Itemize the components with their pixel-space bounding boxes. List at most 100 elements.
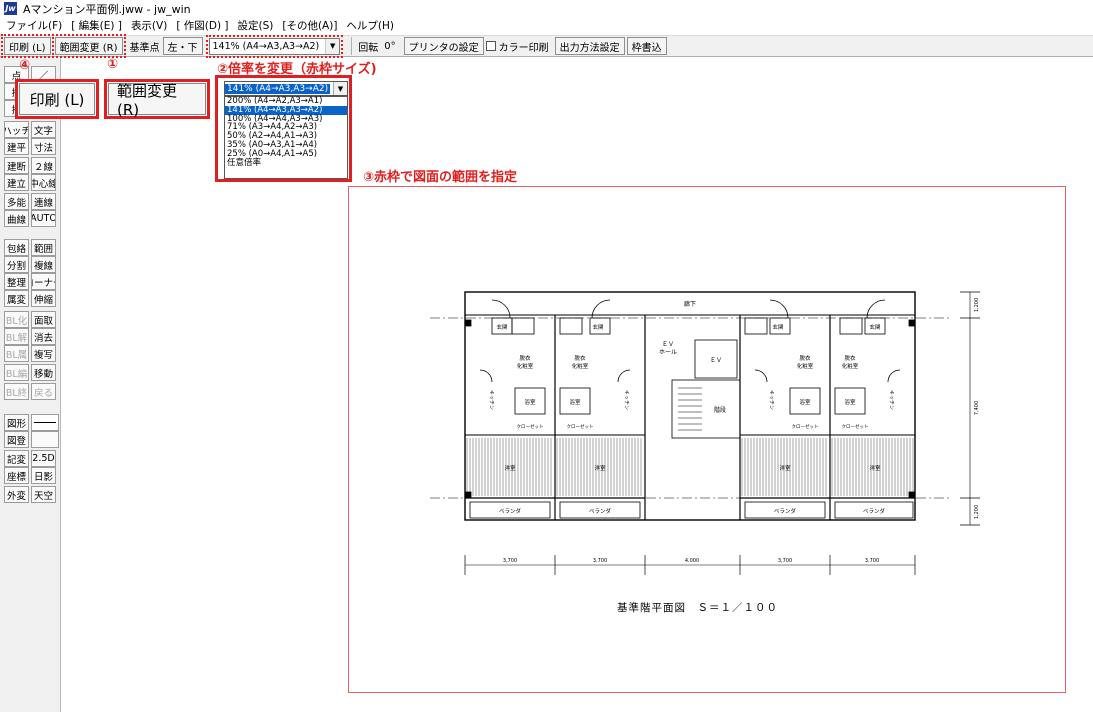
room-label: 洋室 — [504, 464, 516, 472]
washroom-label: 化粧室 — [842, 362, 859, 370]
toolbar-divider — [351, 37, 353, 55]
tool-col2-6[interactable]: 中心線 — [31, 174, 56, 191]
dimension-bottom: 3,700 — [865, 558, 879, 564]
tool-col2-20[interactable]: 2.5D — [31, 450, 56, 467]
tool-col2-13[interactable]: 面取 — [31, 311, 56, 328]
tool-col1-21[interactable]: 座標 — [4, 467, 29, 484]
tool-col1-11[interactable]: 整理 — [4, 273, 29, 290]
tool-col1-7[interactable]: 多能 — [4, 193, 29, 210]
tool-col2-3[interactable]: 文字 — [31, 121, 56, 138]
washroom-label: 脱衣 — [574, 354, 586, 362]
tool-col1-3[interactable]: ハッチ — [4, 121, 29, 138]
ev-hall-label: ＥＶ — [662, 341, 674, 348]
kitchen-label: キッチン — [888, 390, 894, 410]
color-print-label: カラー印刷 — [498, 42, 549, 54]
dimension-bottom: 3,700 — [503, 558, 517, 564]
line-style-swatch[interactable] — [31, 414, 59, 431]
tool-col2-22[interactable]: 天空 — [31, 486, 56, 503]
menu-edit[interactable]: [ 編集(E) ] — [71, 18, 122, 33]
tool-col1-12[interactable]: 属変 — [4, 290, 29, 307]
tool-col2-7[interactable]: 連線 — [31, 193, 56, 210]
menu-help[interactable]: ヘルプ(H) — [346, 18, 394, 33]
closet-label: クローゼット — [792, 423, 819, 430]
tool-col2-4[interactable]: 寸法 — [31, 138, 56, 155]
menu-bar: ファイル(F) [ 編集(E) ] 表示(V) [ 作図(D) ] 設定(S) … — [0, 17, 1093, 34]
tool-col2-14[interactable]: 消去 — [31, 328, 56, 345]
print-button[interactable]: 印刷 (L) — [1, 34, 54, 58]
tool-col1-8[interactable]: 曲線 — [4, 210, 29, 227]
menu-file[interactable]: ファイル(F) — [6, 18, 62, 33]
rotate-label: 回転 — [358, 42, 379, 54]
tool-col1-5[interactable]: 建断 — [4, 157, 29, 174]
frame-write-button[interactable]: 枠書込 — [626, 37, 667, 55]
zoomed-print-label: 印刷 (L) — [19, 83, 95, 115]
balcony-label: ベランダ — [863, 507, 886, 515]
tool-col2-11[interactable]: コーナー — [31, 273, 56, 290]
tool-col2-10[interactable]: 複線 — [31, 256, 56, 273]
printer-settings-button[interactable]: プリンタの設定 — [403, 37, 484, 55]
drawing-caption: 基準階平面図 Ｓ＝１／１００ — [617, 602, 778, 614]
kitchen-label: キッチン — [768, 390, 774, 410]
menu-view[interactable]: 表示(V) — [131, 18, 167, 33]
rotate-value[interactable]: 0° — [384, 41, 395, 52]
entrance-label: 玄関 — [772, 323, 784, 331]
scale-select-value: 141% (A4→A3,A3→A2) — [212, 40, 320, 52]
scale-select[interactable]: 141% (A4→A3,A3→A2) ▼ — [205, 34, 344, 58]
zoomed-range-button[interactable]: 範囲変更 (R) — [104, 79, 210, 119]
tool-col2-5[interactable]: ２線 — [31, 157, 56, 174]
tool-col1-18[interactable]: 図形 — [4, 414, 29, 431]
tool-col2-16[interactable]: 移動 — [31, 364, 56, 381]
tool-col1-6[interactable]: 建立 — [4, 174, 29, 191]
kitchen-label: キッチン — [488, 390, 494, 410]
balcony-label: ベランダ — [589, 507, 612, 515]
annotation-number-4: ④ — [19, 58, 31, 73]
tool-col2-21[interactable]: 日影 — [31, 467, 56, 484]
tool-col1-20[interactable]: 記変 — [4, 450, 29, 467]
balcony-label: ベランダ — [499, 507, 522, 515]
tool-col1-13[interactable]: BL化 — [4, 311, 29, 328]
tool-col1-14[interactable]: BL解 — [4, 328, 29, 345]
range-change-button[interactable]: 範囲変更 (R) — [51, 34, 126, 58]
zoomed-print-button[interactable]: 印刷 (L) — [15, 79, 99, 119]
menu-settings[interactable]: 設定(S) — [237, 18, 273, 33]
menu-other[interactable]: [その他(A)] — [282, 18, 337, 33]
bath-label: 浴室 — [569, 398, 581, 406]
tool-col2-12[interactable]: 伸縮 — [31, 290, 56, 307]
entrance-label: 玄関 — [496, 323, 508, 331]
base-point-button[interactable]: 左・下 — [162, 37, 203, 55]
title-bar: Jw Aマンション平面例.jww - jw_win — [0, 0, 1093, 17]
chevron-down-icon[interactable]: ▼ — [333, 82, 347, 95]
bath-label: 浴室 — [524, 398, 536, 406]
tool-col2-15[interactable]: 複写 — [31, 345, 56, 362]
room-label: 洋室 — [869, 464, 881, 472]
dimension-bottom: 3,700 — [593, 558, 607, 564]
tool-col2-9[interactable]: 範囲 — [31, 239, 56, 256]
tool-col2-17[interactable]: 戻る — [31, 383, 56, 400]
tool-col1-9[interactable]: 包絡 — [4, 239, 29, 256]
chevron-down-icon[interactable]: ▼ — [325, 38, 340, 54]
tool-col1-15[interactable]: BL属 — [4, 345, 29, 362]
scale-dropdown-list: 200% (A4→A2,A3→A1) 141% (A4→A3,A3→A2) 100%… — [224, 96, 348, 179]
ev-hall-label: ホール — [659, 349, 677, 356]
base-point-label: 基準点 — [129, 42, 160, 54]
layer-swatch[interactable] — [31, 431, 59, 448]
tool-col1-10[interactable]: 分割 — [4, 256, 29, 273]
tool-col1-16[interactable]: BL編 — [4, 364, 29, 381]
tool-col1-19[interactable]: 図登 — [4, 431, 29, 448]
tool-col2-8[interactable]: AUTO — [31, 210, 56, 227]
washroom-label: 化粧室 — [517, 362, 534, 370]
corridor-label: 廊下 — [684, 300, 696, 308]
entrance-label: 玄関 — [869, 323, 881, 331]
scale-dropdown-select[interactable]: 141% (A4→A3,A3→A2) ▼ — [224, 81, 348, 96]
tool-col1-22[interactable]: 外変 — [4, 486, 29, 503]
menu-draw[interactable]: [ 作図(D) ] — [176, 18, 228, 33]
tool-col1-17[interactable]: BL終 — [4, 383, 29, 400]
scale-option[interactable]: 任意倍率 — [225, 158, 347, 168]
color-print-checkbox[interactable] — [485, 41, 496, 51]
tool-col1-4[interactable]: 建平 — [4, 138, 29, 155]
dimension-right: 1,200 — [974, 298, 980, 312]
dimension-right: 1,200 — [974, 505, 980, 519]
room-label: 洋室 — [594, 464, 606, 472]
output-settings-button[interactable]: 出力方法設定 — [554, 37, 625, 55]
washroom-label: 脱衣 — [519, 354, 531, 362]
